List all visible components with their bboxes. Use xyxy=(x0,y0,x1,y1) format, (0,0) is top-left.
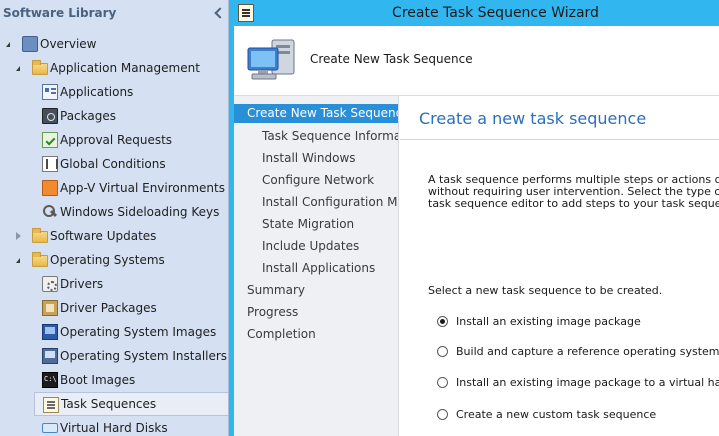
wizard-window: Create Task Sequence Wizard Create New T… xyxy=(229,0,719,436)
task-sequence-option[interactable]: Install an existing image package xyxy=(437,312,641,330)
tree-item-label: Operating Systems xyxy=(50,253,165,267)
tree-item[interactable]: Operating Systems xyxy=(0,248,228,272)
banner-title: Create New Task Sequence xyxy=(310,52,473,66)
radio-selected-icon[interactable] xyxy=(437,315,448,327)
collapsed-arrow-icon[interactable] xyxy=(16,232,21,240)
tree-item-label: Drivers xyxy=(60,277,104,291)
sideloading-keys-icon xyxy=(42,204,58,220)
virtual-hard-disks-icon xyxy=(42,423,58,433)
tree-item[interactable]: Task Sequences xyxy=(34,392,228,416)
collapse-pane-icon[interactable] xyxy=(214,7,226,19)
expanded-arrow-icon[interactable] xyxy=(16,258,20,263)
task-sequence-option[interactable]: Create a new custom task sequence xyxy=(437,405,656,423)
tree-item[interactable]: Operating System Installers xyxy=(0,344,228,368)
page-title: Create a new task sequence xyxy=(419,109,647,128)
tree-item-label: Operating System Installers xyxy=(60,349,228,363)
tree-item[interactable]: Driver Packages xyxy=(0,296,228,320)
wizard-titlebar[interactable]: Create Task Sequence Wizard xyxy=(234,0,719,26)
tree-item[interactable]: Windows Sideloading Keys xyxy=(0,200,228,224)
overview-icon xyxy=(22,36,38,52)
tree-item[interactable]: App-V Virtual Environments xyxy=(0,176,228,200)
select-prompt: Select a new task sequence to be created… xyxy=(428,284,663,297)
expanded-arrow-icon[interactable] xyxy=(16,66,20,71)
option-label: Build and capture a reference operating … xyxy=(456,344,719,358)
tree-item[interactable]: Approval Requests xyxy=(0,128,228,152)
driver-packages-icon xyxy=(42,300,58,316)
tree-item-label: Applications xyxy=(60,85,134,99)
folder-icon xyxy=(32,252,48,267)
packages-icon xyxy=(42,108,58,124)
wizard-step: Summary xyxy=(247,283,305,297)
wizard-step: Install Windows xyxy=(262,151,356,165)
tree-item-label: App-V Virtual Environments xyxy=(60,181,225,195)
tree-item-label: Task Sequences xyxy=(61,397,157,411)
wizard-content: Create a new task sequence A task sequen… xyxy=(400,96,719,436)
wizard-step: State Migration xyxy=(262,217,355,231)
task-sequence-option[interactable]: Build and capture a reference operating … xyxy=(437,342,719,360)
tree-item-label: Application Management xyxy=(50,61,200,75)
tree-item[interactable]: Drivers xyxy=(0,272,228,296)
tree-item[interactable]: Global Conditions xyxy=(0,152,228,176)
tree-item[interactable]: Applications xyxy=(0,80,228,104)
folder-icon xyxy=(32,228,48,243)
wizard-step: Create New Task Sequence xyxy=(234,104,398,123)
nav-header: Software Library xyxy=(0,0,228,26)
radio-unselected-icon[interactable] xyxy=(437,376,448,388)
tree-item-label: Software Updates xyxy=(50,229,157,243)
tree-item-label: Windows Sideloading Keys xyxy=(60,205,220,219)
approval-requests-icon xyxy=(42,132,58,148)
radio-unselected-icon[interactable] xyxy=(437,345,448,357)
tree-item-label: Approval Requests xyxy=(60,133,173,147)
tree-item[interactable]: Boot Images xyxy=(0,368,228,392)
os-images-icon xyxy=(42,324,58,340)
tree-item-label: Operating System Images xyxy=(60,325,217,339)
computer-icon xyxy=(247,39,295,80)
tree-item-label: Packages xyxy=(60,109,116,123)
description-line: task sequence editor to add steps to you… xyxy=(428,197,719,210)
folder-icon xyxy=(32,60,48,75)
applications-icon xyxy=(42,84,58,100)
wizard-steps: Create New Task Sequence Task Sequence In… xyxy=(234,96,399,436)
wizard-banner: Create New Task Sequence xyxy=(234,26,719,96)
option-label: Install an existing image package to a v… xyxy=(456,375,719,389)
nav-header-title: Software Library xyxy=(3,6,117,20)
tree-item-label: Driver Packages xyxy=(60,301,157,315)
title-divider xyxy=(400,139,719,140)
radio-unselected-icon[interactable] xyxy=(437,408,448,420)
tree-item-label: Boot Images xyxy=(60,373,136,387)
navigation-pane: Software Library Overview Application Man… xyxy=(0,0,229,436)
description: A task sequence performs multiple steps … xyxy=(428,174,719,210)
option-label: Install an existing image package xyxy=(456,314,641,328)
tree-item-label: Virtual Hard Disks xyxy=(60,421,168,435)
wizard-step: Configure Network xyxy=(262,173,375,187)
appv-icon xyxy=(42,180,58,196)
global-conditions-icon xyxy=(42,156,58,172)
wizard-step: Progress xyxy=(247,305,299,319)
expanded-arrow-icon[interactable] xyxy=(6,42,10,47)
wizard-step: Completion xyxy=(247,327,316,341)
tree-item[interactable]: Operating System Images xyxy=(0,320,228,344)
tree-item-label: Global Conditions xyxy=(60,157,166,171)
drivers-icon xyxy=(42,276,58,292)
boot-images-icon xyxy=(42,372,58,388)
os-installers-icon xyxy=(42,348,58,364)
tree-item[interactable]: Overview xyxy=(0,32,228,56)
option-label: Create a new custom task sequence xyxy=(456,407,657,421)
wizard-step: Include Updates xyxy=(262,239,360,253)
tree-item[interactable]: Packages xyxy=(0,104,228,128)
tree-item[interactable]: Software Updates xyxy=(0,224,228,248)
tree-item-label: Overview xyxy=(40,37,97,51)
wizard-step: Install Configuration Manager xyxy=(262,195,398,209)
task-sequence-option[interactable]: Install an existing image package to a v… xyxy=(437,373,719,391)
wizard-title: Create Task Sequence Wizard xyxy=(392,5,599,21)
task-sequences-icon xyxy=(43,397,59,413)
wizard-step: Task Sequence Information xyxy=(262,129,398,143)
tree-item[interactable]: Application Management xyxy=(0,56,228,80)
tree-item[interactable]: Virtual Hard Disks xyxy=(0,416,228,436)
wizard-step: Install Applications xyxy=(262,261,376,275)
